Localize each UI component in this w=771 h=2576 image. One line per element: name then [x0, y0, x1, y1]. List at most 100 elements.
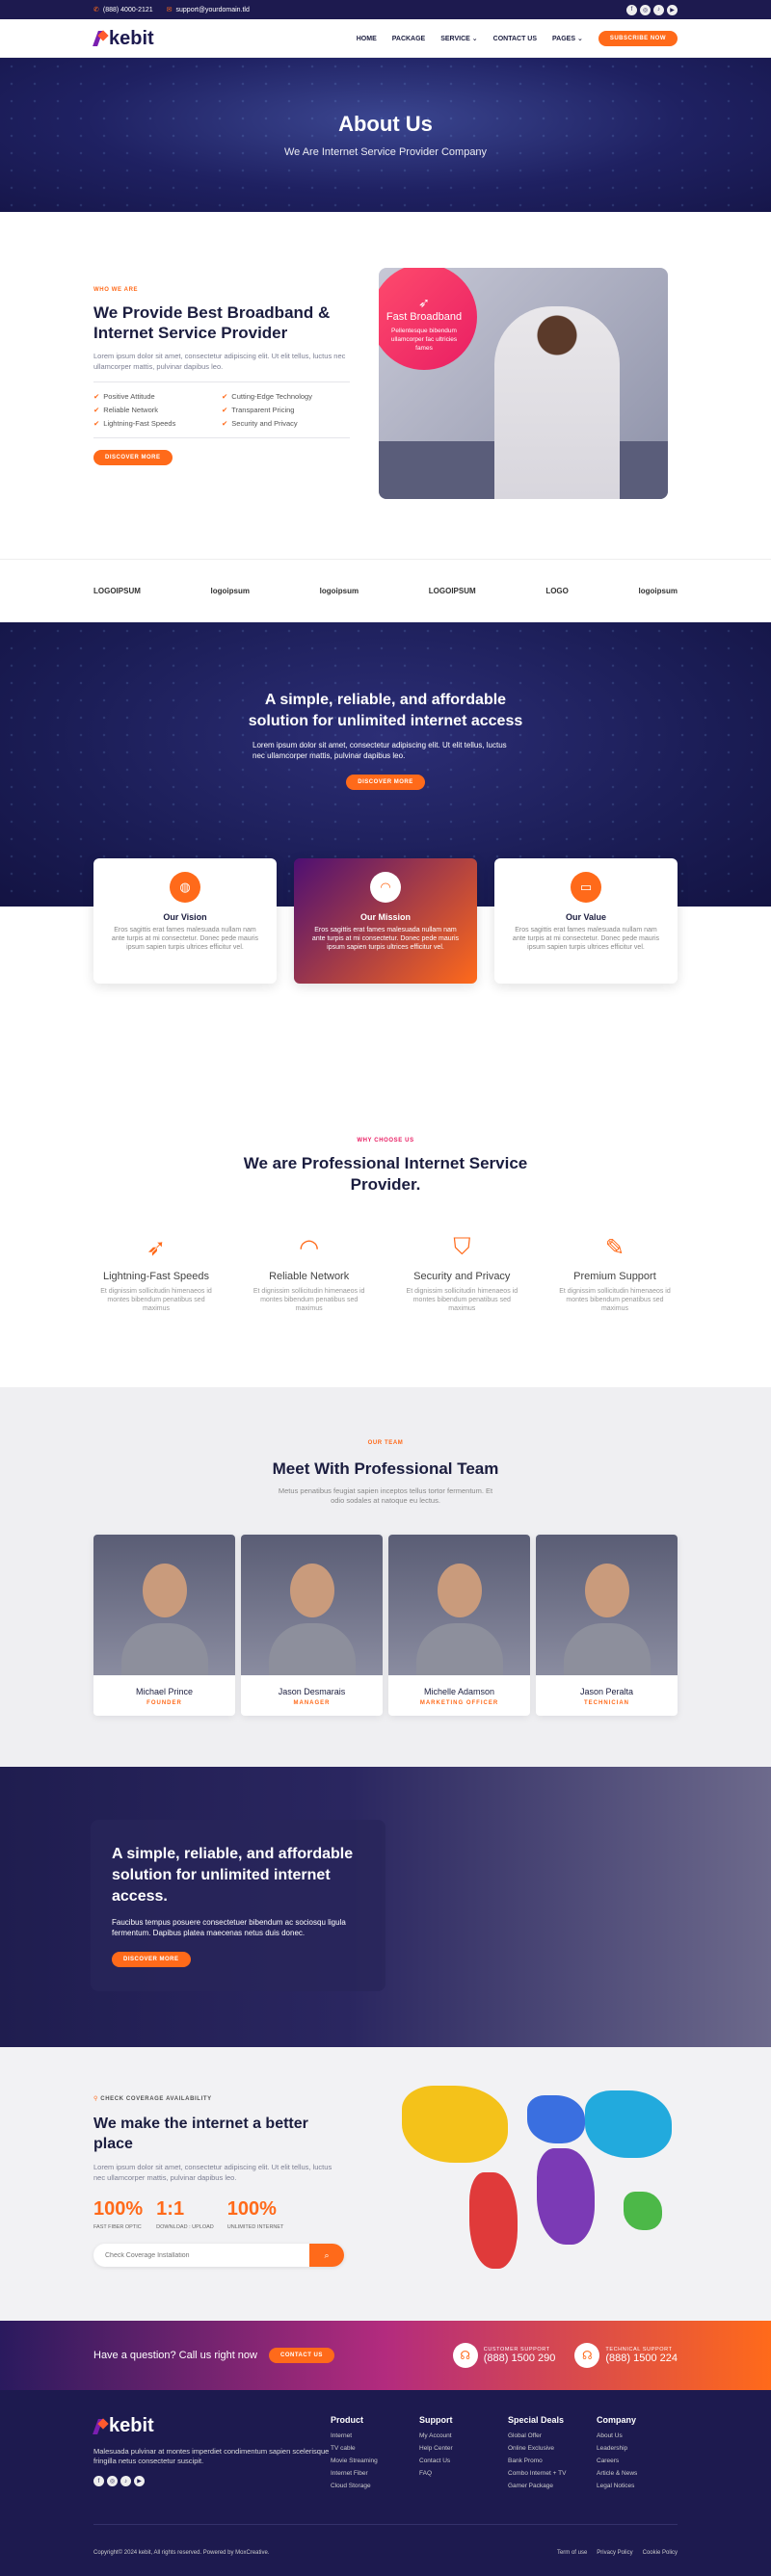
site-logo[interactable]: kebit — [93, 28, 154, 50]
about-eyebrow: WHO WE ARE — [93, 287, 139, 293]
coverage-eyebrow: CHECK COVERAGE AVAILABILITY — [100, 2096, 212, 2102]
support-chat-icon: ✎ — [604, 1235, 625, 1261]
footer-link[interactable]: Movie Streaming — [331, 2458, 390, 2464]
tiktok-icon[interactable]: ♪ — [120, 2476, 131, 2486]
contact-us-button[interactable]: CONTACT US — [268, 2348, 334, 2363]
laptop-icon: ▭ — [571, 872, 601, 903]
team-member-card[interactable]: Jason Peralta TECHNICIAN — [536, 1535, 678, 1716]
team-member-card[interactable]: Michael Prince FOUNDER — [93, 1535, 235, 1716]
why-item: ✎ Premium Support Et dignissim sollicitudi… — [552, 1234, 678, 1313]
why-eyebrow: WHY CHOOSE US — [357, 1138, 414, 1143]
footer-link[interactable]: About Us — [597, 2432, 656, 2439]
nav-package[interactable]: PACKAGE — [392, 36, 425, 42]
footer-link[interactable]: Global Offer — [508, 2432, 568, 2439]
terms-link[interactable]: Term of use — [557, 2550, 587, 2556]
footer-link[interactable]: Bank Promo — [508, 2458, 568, 2464]
instagram-icon[interactable]: ◎ — [640, 4, 651, 15]
member-photo — [93, 1535, 235, 1675]
globe-icon: ◍ — [170, 872, 200, 903]
about-body: Lorem ipsum dolor sit amet, consectetur … — [93, 352, 346, 371]
partner-logo: LOGO — [545, 587, 569, 595]
phone-icon: ✆ — [93, 7, 99, 13]
team-member-card[interactable]: Jason Desmarais MANAGER — [241, 1535, 383, 1716]
page-subtitle: We Are Internet Service Provider Company — [283, 146, 488, 158]
team-member-card[interactable]: Michelle Adamson MARKETING OFFICER — [388, 1535, 530, 1716]
why-item: ⛉ Security and Privacy Et dignissim sollic… — [399, 1234, 524, 1313]
top-bar: ✆ (888) 4000-2121 ✉ support@yourdomain.tld… — [0, 0, 771, 19]
customer-support[interactable]: ☊ CUSTOMER SUPPORT (888) 1500 290 — [452, 2343, 555, 2368]
fast-broadband-badge: ➶ Fast Broadband Pellentesque bibendum u… — [379, 268, 477, 370]
why-choose-section: WHY CHOOSE US We are Professional Intern… — [0, 1138, 771, 1387]
feature-item: ✔ Security and Privacy — [222, 419, 298, 428]
footer-link[interactable]: My Account — [419, 2432, 479, 2439]
world-map — [383, 2076, 672, 2298]
nav-pages[interactable]: PAGES ⌄ — [552, 35, 583, 42]
cta-discover-button[interactable]: DISCOVER MORE — [112, 1952, 191, 1967]
facebook-icon[interactable]: f — [93, 2476, 104, 2486]
youtube-icon[interactable]: ▶ — [134, 2476, 145, 2486]
footer-link[interactable]: Internet — [331, 2432, 390, 2439]
cta-title: A simple, reliable, and affordable solut… — [112, 1846, 354, 1905]
check-icon: ✔ — [222, 392, 228, 401]
youtube-icon[interactable]: ▶ — [667, 4, 678, 15]
footer-link[interactable]: Help Center — [419, 2445, 479, 2452]
why-item: ➶ Lightning-Fast Speeds Et dignissim solli… — [93, 1234, 219, 1313]
rocket-icon: ➶ — [146, 1235, 167, 1261]
check-icon: ✔ — [222, 406, 228, 414]
top-phone[interactable]: (888) 4000-2121 — [103, 7, 153, 13]
about-discover-button[interactable]: DISCOVER MORE — [93, 450, 173, 465]
wifi-icon: ◠ — [370, 872, 401, 903]
footer-link[interactable]: Article & News — [597, 2470, 656, 2477]
footer-logo[interactable]: kebit — [93, 2415, 331, 2437]
instagram-icon[interactable]: ◎ — [107, 2476, 118, 2486]
cta-body: Faucibus tempus posuere consectetuer bib… — [112, 1918, 346, 1937]
coverage-search-input[interactable] — [93, 2251, 309, 2259]
feature-item: ✔ Lightning-Fast Speeds — [93, 419, 176, 428]
top-email[interactable]: support@yourdomain.tld — [176, 7, 250, 13]
footer-link[interactable]: Combo Internet + TV — [508, 2470, 568, 2477]
footer-link[interactable]: FAQ — [419, 2470, 479, 2477]
cookie-link[interactable]: Cookie Policy — [643, 2550, 678, 2556]
rocket-icon: ➶ — [418, 295, 430, 310]
feature-item: ✔ Positive Attitude — [93, 392, 155, 401]
mission-title: A simple, reliable, and affordable solut… — [248, 692, 523, 729]
contact-bar: Have a question? Call us right now CONTA… — [0, 2321, 771, 2390]
footer-link[interactable]: Legal Notices — [597, 2483, 656, 2489]
footer-link[interactable]: Gamer Package — [508, 2483, 568, 2489]
check-icon: ✔ — [93, 406, 100, 414]
tiktok-icon[interactable]: ♪ — [653, 4, 664, 15]
subscribe-button[interactable]: SUBSCRIBE NOW — [598, 31, 678, 46]
headset-icon: ☊ — [574, 2343, 600, 2368]
why-item: ◠ Reliable Network Et dignissim sollicitud… — [247, 1234, 372, 1313]
vision-card: ◍ Our Vision Eros sagittis erat fames male… — [93, 858, 277, 984]
facebook-icon[interactable]: f — [626, 4, 637, 15]
footer-link[interactable]: Contact Us — [419, 2458, 479, 2464]
footer-link[interactable]: Careers — [597, 2458, 656, 2464]
footer-link[interactable]: Cloud Storage — [331, 2483, 390, 2489]
footer-link[interactable]: Leadership — [597, 2445, 656, 2452]
nav-service[interactable]: SERVICE ⌄ — [440, 35, 477, 42]
technical-support[interactable]: ☊ TECHNICAL SUPPORT (888) 1500 224 — [574, 2343, 678, 2368]
check-icon: ✔ — [93, 392, 100, 401]
footer-link[interactable]: TV cable — [331, 2445, 390, 2452]
partner-logo: logoipsum — [319, 587, 359, 595]
mail-icon: ✉ — [166, 7, 173, 13]
contact-question: Have a question? Call us right now — [93, 2350, 257, 2361]
nav-home[interactable]: HOME — [357, 36, 377, 42]
mission-discover-button[interactable]: DISCOVER MORE — [346, 775, 425, 790]
partner-logo: LOGOIPSUM — [428, 587, 476, 595]
footer-link[interactable]: Online Exclusive — [508, 2445, 568, 2452]
partner-logos: LOGOIPSUM logoipsum logoipsum LOGOIPSUM … — [0, 559, 771, 622]
nav-contact[interactable]: CONTACT US — [493, 36, 537, 42]
coverage-section: ⚲ CHECK COVERAGE AVAILABILITY We make th… — [0, 2047, 771, 2321]
footer-link[interactable]: Internet Fiber — [331, 2470, 390, 2477]
coverage-body: Lorem ipsum dolor sit amet, consectetur … — [93, 2163, 332, 2182]
values-cards: ◍ Our Vision Eros sagittis erat fames male… — [0, 858, 771, 1138]
logo-mark-icon — [93, 30, 107, 47]
check-icon: ✔ — [222, 419, 228, 428]
privacy-link[interactable]: Privacy Policy — [597, 2550, 632, 2556]
site-footer: kebit Malesuada pulvinar at montes imper… — [0, 2390, 771, 2576]
feature-item: ✔ Cutting-Edge Technology — [222, 392, 312, 401]
about-photo: ➶ Fast Broadband Pellentesque bibendum u… — [379, 268, 668, 499]
search-icon[interactable]: ⌕ — [309, 2244, 344, 2267]
